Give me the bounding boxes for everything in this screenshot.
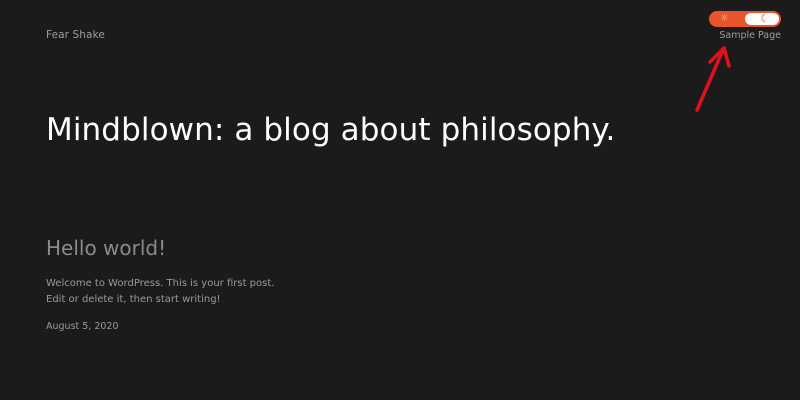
post-excerpt: Welcome to WordPress. This is your first… <box>46 278 275 305</box>
post-date-link[interactable]: August 5, 2020 <box>46 321 119 332</box>
sun-icon: ☼ <box>720 13 729 24</box>
post-title-link[interactable]: Hello world! <box>46 236 166 260</box>
red-arrow-annotation <box>695 46 731 112</box>
toggle-knob: ☾ <box>745 12 779 25</box>
moon-icon: ☾ <box>760 12 770 25</box>
page-heading: Mindblown: a blog about philosophy. <box>46 112 616 148</box>
theme-toggle[interactable]: ☼ ☾ <box>709 11 781 27</box>
site-title-link[interactable]: Fear Shake <box>46 29 105 41</box>
